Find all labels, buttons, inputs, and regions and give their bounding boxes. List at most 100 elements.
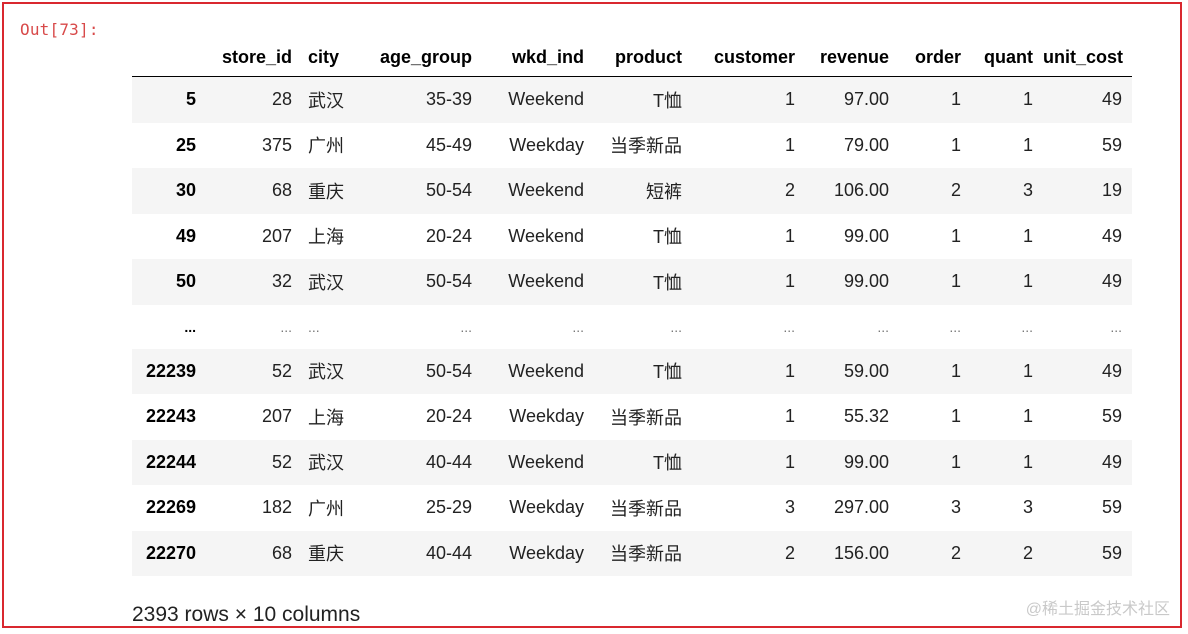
- cell-city: 武汉: [308, 272, 344, 293]
- cell-age-group: 50-54: [425, 271, 472, 292]
- row-index: 25: [175, 134, 196, 155]
- cell-age-group: 25-29: [425, 497, 472, 518]
- cell-store-id: 52: [271, 451, 292, 472]
- ellipsis-row: .................................: [132, 304, 1132, 349]
- row-index: ...: [184, 318, 196, 335]
- column-header-order: order: [899, 38, 971, 77]
- dataframe-table: store_id city age_group wkd_ind product custo…: [132, 38, 1132, 576]
- cell-order: 1: [950, 225, 961, 246]
- column-header-revenue: revenue: [805, 38, 899, 77]
- cell-wkd-ind: Weekday: [509, 134, 584, 155]
- cell-store-id: 68: [271, 180, 292, 201]
- cell-product: 短裤: [646, 181, 682, 202]
- cell-customer: 3: [784, 497, 795, 518]
- table-row: 50 32 武汉 50-54 Weekend T恤 1 99.00 1 1 49: [132, 259, 1132, 305]
- cell-customer: 1: [784, 360, 795, 381]
- cell-wkd-ind: Weekday: [509, 406, 584, 427]
- cell-wkd-ind: Weekend: [508, 451, 584, 472]
- cell-order: 1: [950, 406, 961, 427]
- cell-city: 上海: [308, 227, 344, 248]
- cell-age-group: 40-44: [425, 451, 472, 472]
- row-index: 22244: [145, 451, 196, 472]
- cell-product: T恤: [653, 453, 682, 474]
- cell-product: T恤: [653, 272, 682, 293]
- cell-wkd-ind: Weekend: [508, 180, 584, 201]
- cell-revenue: 99.00: [843, 225, 889, 246]
- cell-unit-cost: 49: [1101, 89, 1122, 110]
- cell-unit-cost: 49: [1101, 271, 1122, 292]
- cell-unit-cost: 59: [1101, 497, 1122, 518]
- cell-product: 当季新品: [610, 544, 682, 565]
- row-index: 50: [175, 271, 196, 292]
- cell-store-id: 28: [271, 89, 292, 110]
- column-header-wkd-ind: wkd_ind: [482, 38, 594, 77]
- cell-store-id: 182: [261, 497, 292, 518]
- cell-unit-cost: ...: [1110, 318, 1122, 335]
- cell-revenue: 55.32: [843, 406, 889, 427]
- table-row: 25 375 广州 45-49 Weekday 当季新品 1 79.00 1 1 59: [132, 122, 1132, 168]
- cell-city: 广州: [308, 498, 344, 519]
- header-row: store_id city age_group wkd_ind product custo…: [132, 38, 1132, 77]
- row-index: 49: [175, 225, 196, 246]
- cell-age-group: 40-44: [425, 542, 472, 563]
- cell-store-id: 32: [271, 271, 292, 292]
- cell-product: 当季新品: [610, 498, 682, 519]
- cell-unit-cost: 59: [1101, 406, 1122, 427]
- cell-order: 3: [950, 497, 961, 518]
- cell-revenue: ...: [877, 318, 889, 335]
- cell-age-group: 45-49: [425, 134, 472, 155]
- cell-store-id: 52: [271, 360, 292, 381]
- cell-customer: 2: [784, 180, 795, 201]
- cell-store-id: 68: [271, 542, 292, 563]
- cell-revenue: 106.00: [833, 180, 889, 201]
- cell-order: 1: [950, 134, 961, 155]
- cell-customer: 1: [784, 134, 795, 155]
- cell-age-group: 50-54: [425, 360, 472, 381]
- cell-wkd-ind: Weekday: [509, 542, 584, 563]
- cell-age-group: 20-24: [425, 225, 472, 246]
- cell-revenue: 297.00: [833, 497, 889, 518]
- cell-customer: 1: [784, 271, 795, 292]
- cell-city: 上海: [308, 407, 344, 428]
- cell-unit-cost: 49: [1101, 225, 1122, 246]
- cell-quant: 1: [1022, 406, 1033, 427]
- cell-quant: 1: [1022, 271, 1033, 292]
- cell-age-group: 20-24: [425, 406, 472, 427]
- table-header: store_id city age_group wkd_ind product custo…: [132, 38, 1132, 77]
- watermark: @稀土掘金技术社区: [1025, 601, 1170, 618]
- column-header-customer: customer: [692, 38, 805, 77]
- cell-product: ...: [670, 318, 682, 335]
- cell-wkd-ind: Weekday: [509, 497, 584, 518]
- cell-product: T恤: [653, 227, 682, 248]
- cell-store-id: 207: [261, 225, 292, 246]
- cell-customer: 1: [784, 451, 795, 472]
- index-header: [132, 38, 206, 77]
- cell-wkd-ind: Weekend: [508, 271, 584, 292]
- column-header-quant: quant: [971, 38, 1043, 77]
- cell-customer: 2: [784, 542, 795, 563]
- table-body: 5 28 武汉 35-39 Weekend T恤 1 97.00 1 1 49 25 375 广州 45-4…: [132, 76, 1132, 576]
- cell-quant: 1: [1022, 89, 1033, 110]
- cell-city: ...: [308, 318, 320, 335]
- cell-revenue: 59.00: [843, 360, 889, 381]
- cell-order: 1: [950, 89, 961, 110]
- cell-unit-cost: 59: [1101, 134, 1122, 155]
- cell-order: 1: [950, 271, 961, 292]
- table-row: 22243 207 上海 20-24 Weekday 当季新品 1 55.32 1 1 59: [132, 394, 1132, 440]
- cell-unit-cost: 19: [1101, 180, 1122, 201]
- cell-revenue: 97.00: [843, 89, 889, 110]
- cell-revenue: 99.00: [843, 271, 889, 292]
- table-row: 49 207 上海 20-24 Weekend T恤 1 99.00 1 1 49: [132, 213, 1132, 259]
- output-prompt: Out[73]:: [20, 20, 99, 39]
- cell-age-group: 50-54: [425, 180, 472, 201]
- cell-store-id: 375: [261, 134, 292, 155]
- cell-unit-cost: 49: [1101, 360, 1122, 381]
- cell-revenue: 156.00: [833, 542, 889, 563]
- dataframe-shape-summary: 2393 rows × 10 columns: [132, 603, 361, 626]
- cell-wkd-ind: Weekend: [508, 360, 584, 381]
- column-header-age-group: age_group: [362, 38, 482, 77]
- cell-unit-cost: 59: [1101, 542, 1122, 563]
- table-row: 22270 68 重庆 40-44 Weekday 当季新品 2 156.00 2 2 59: [132, 530, 1132, 576]
- cell-city: 重庆: [308, 181, 344, 202]
- row-index: 22239: [145, 360, 196, 381]
